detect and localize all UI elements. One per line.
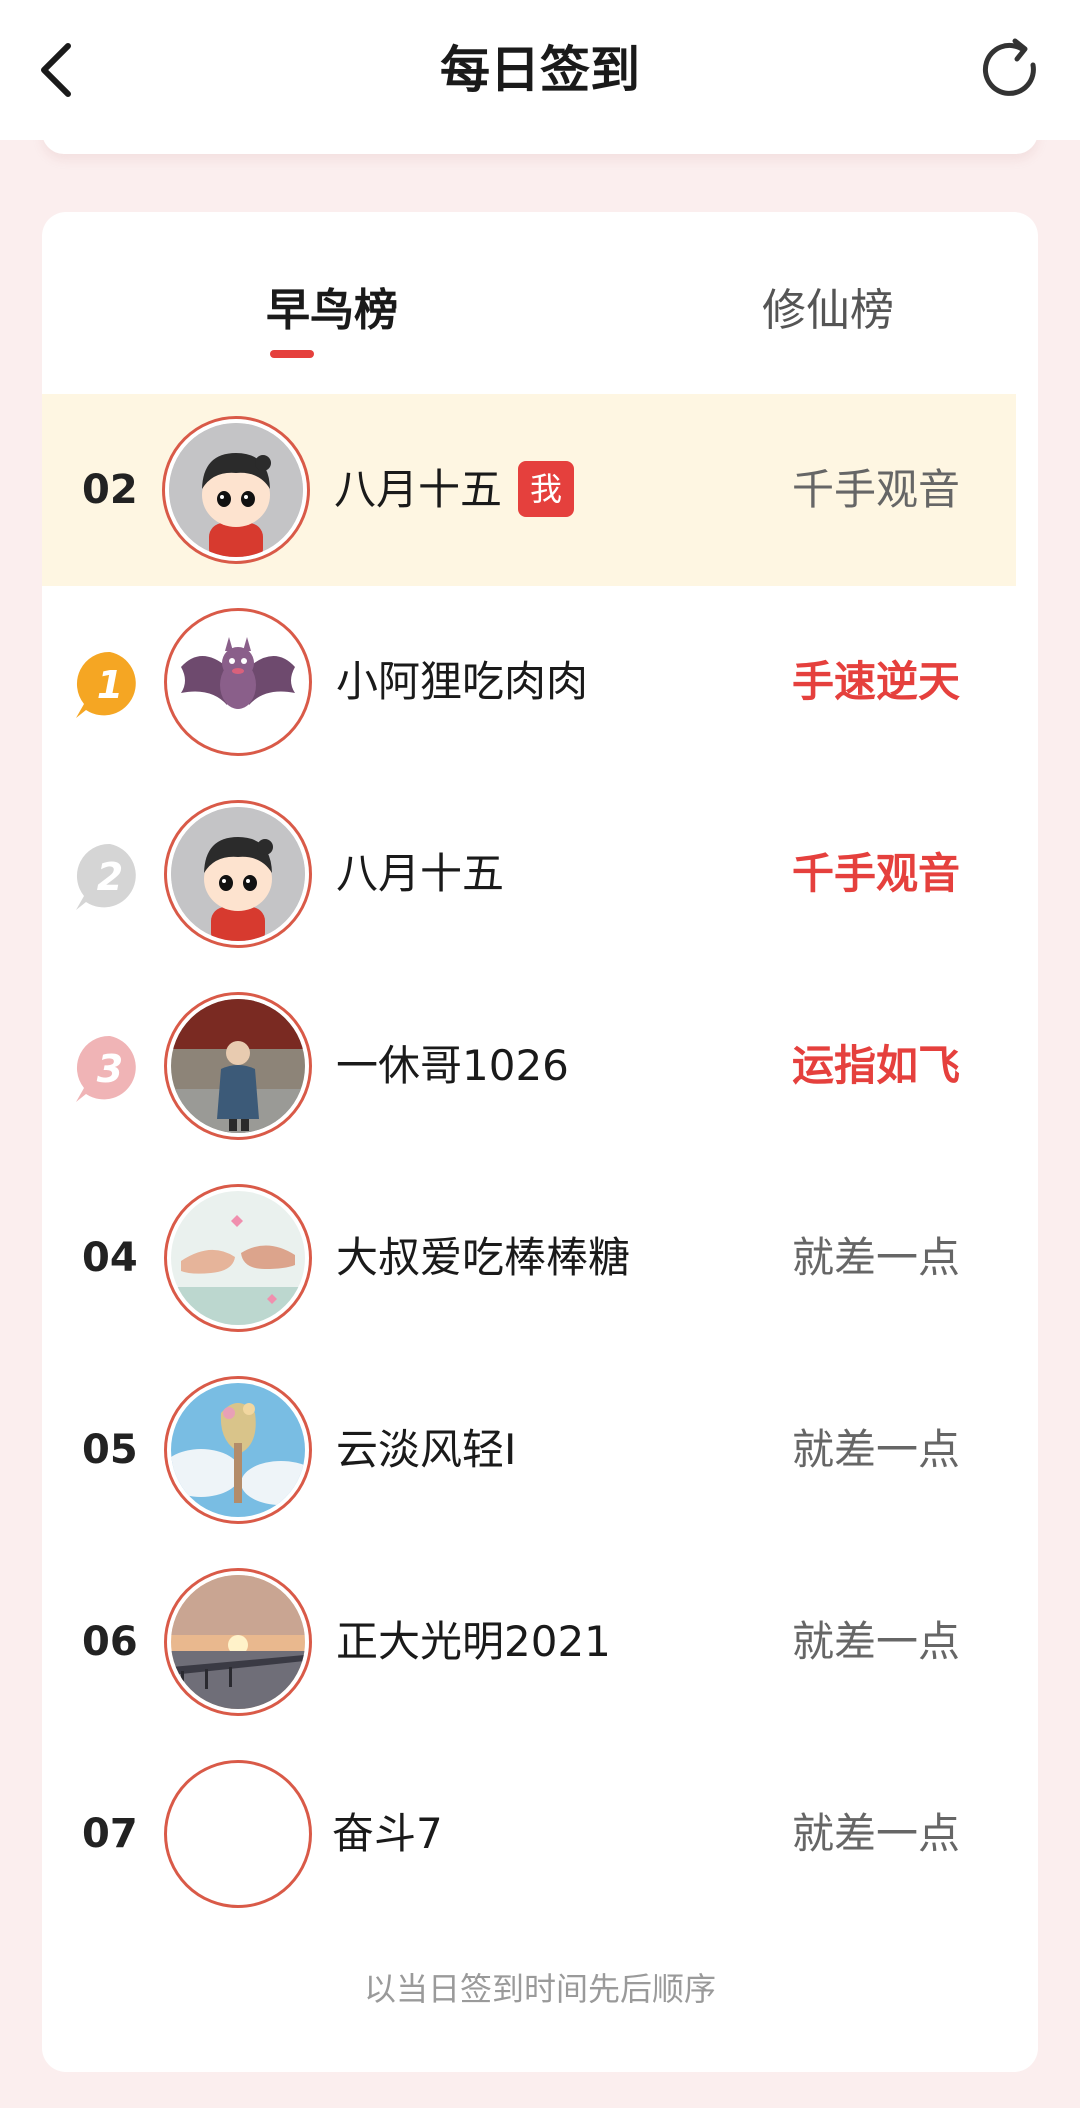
username: 八月十五: [336, 849, 505, 898]
username: 云淡风轻I: [336, 1425, 517, 1474]
bat-avatar-icon: [181, 637, 295, 709]
medal-rank: 1: [97, 663, 123, 707]
bronze-medal-icon: 3: [76, 1035, 136, 1102]
list-item[interactable]: 06 正大光明2021 就差一点: [42, 1546, 1016, 1738]
avatar[interactable]: [162, 416, 310, 564]
username-text: 八月十五: [334, 465, 503, 514]
me-badge: 我: [518, 460, 575, 517]
username: 大叔爱吃棒棒糖: [336, 1233, 631, 1282]
tab-immortal[interactable]: 修仙榜: [678, 274, 978, 338]
footer-note: 以当日签到时间先后顺序: [363, 1970, 716, 2008]
rank-number: 06: [82, 1619, 138, 1665]
avatar[interactable]: [164, 608, 312, 756]
rank-title: 手速逆天: [791, 657, 960, 706]
avatar[interactable]: [164, 800, 312, 948]
list-item[interactable]: 3 一休哥1026 运指如飞: [42, 970, 1016, 1162]
leaderboard-card: 早鸟榜 修仙榜 02 八月十五我 千手观音 1 小阿狸吃肉肉 手速逆天 2 八月…: [42, 212, 1038, 2072]
cartoon-boy-avatar-icon: [169, 423, 303, 557]
refresh-button[interactable]: [970, 30, 1050, 110]
username: 八月十五我: [334, 394, 575, 586]
gold-medal-icon: 1: [76, 651, 136, 718]
silver-medal-icon: 2: [76, 843, 136, 910]
username: 奋斗7: [332, 1809, 443, 1858]
empty-avatar-icon: [171, 1767, 305, 1901]
list-item[interactable]: 1 小阿狸吃肉肉 手速逆天: [42, 586, 1016, 778]
rank-title: 就差一点: [791, 1233, 960, 1282]
username: 正大光明2021: [336, 1617, 611, 1666]
flower-sky-avatar-icon: [171, 1383, 305, 1517]
rank-title: 就差一点: [791, 1809, 960, 1858]
rank-number: 02: [82, 467, 138, 513]
active-tab-indicator: [270, 350, 314, 358]
tab-early-bird[interactable]: 早鸟榜: [182, 274, 482, 338]
rank-title: 就差一点: [791, 1425, 960, 1474]
medal-rank: 3: [97, 1047, 123, 1091]
hands-photo-avatar-icon: [171, 1191, 305, 1325]
rank-number: 04: [82, 1235, 138, 1281]
list-item[interactable]: 05 云淡风轻I 就差一点: [42, 1354, 1016, 1546]
list-item[interactable]: 04 大叔爱吃棒棒糖 就差一点: [42, 1162, 1016, 1354]
medal-rank: 2: [97, 855, 123, 899]
rank-title: 运指如飞: [791, 1041, 960, 1090]
avatar[interactable]: [164, 1376, 312, 1524]
rank-title: 千手观音: [791, 465, 960, 514]
avatar[interactable]: [164, 1184, 312, 1332]
avatar[interactable]: [164, 1568, 312, 1716]
sunset-avatar-icon: [171, 1575, 305, 1709]
avatar[interactable]: [164, 1760, 312, 1908]
rank-number: 05: [82, 1427, 138, 1473]
page-title: 每日签到: [440, 41, 640, 99]
rank-title: 千手观音: [791, 849, 960, 898]
my-rank-row[interactable]: 02 八月十五我 千手观音: [42, 394, 1016, 586]
username: 一休哥1026: [336, 1041, 569, 1090]
tab-bar: 早鸟榜 修仙榜: [42, 212, 1038, 362]
list-item[interactable]: 07 奋斗7 就差一点: [42, 1738, 1016, 1930]
refresh-icon: [982, 38, 1036, 96]
cartoon-boy-avatar-icon: [171, 807, 305, 941]
avatar[interactable]: [164, 992, 312, 1140]
app-header: 每日签到: [0, 0, 1080, 140]
rank-number: 07: [82, 1811, 138, 1857]
rank-title: 就差一点: [791, 1617, 960, 1666]
username: 小阿狸吃肉肉: [336, 657, 589, 706]
list-item[interactable]: 2 八月十五 千手观音: [42, 778, 1016, 970]
child-photo-avatar-icon: [171, 999, 305, 1133]
